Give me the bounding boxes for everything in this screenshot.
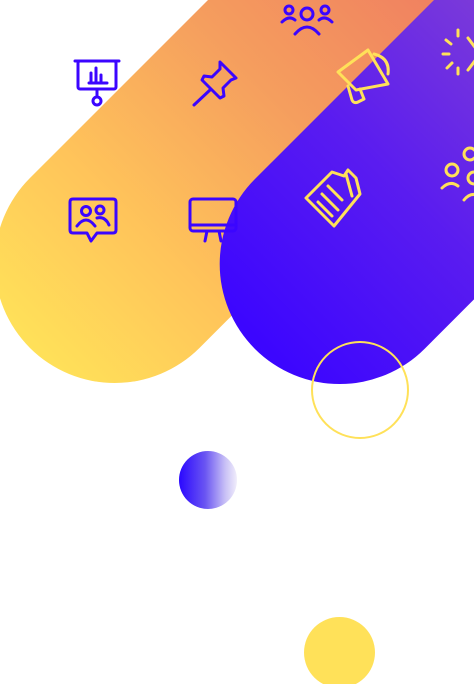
decorative-canvas [0,0,474,684]
presentation-chart-icon [73,59,121,107]
pushpin-icon [192,60,238,107]
solid-yellow-circle [304,617,375,684]
monitor-icon [188,197,238,243]
video-meeting-icon [68,197,118,243]
gradient-circle [179,451,237,509]
idea-sparkle-icon [441,28,474,76]
outline-circle [311,341,409,439]
team-icon [280,4,334,36]
megaphone-icon [336,48,390,105]
people-group-icon [440,146,474,202]
document-icon [304,168,362,228]
